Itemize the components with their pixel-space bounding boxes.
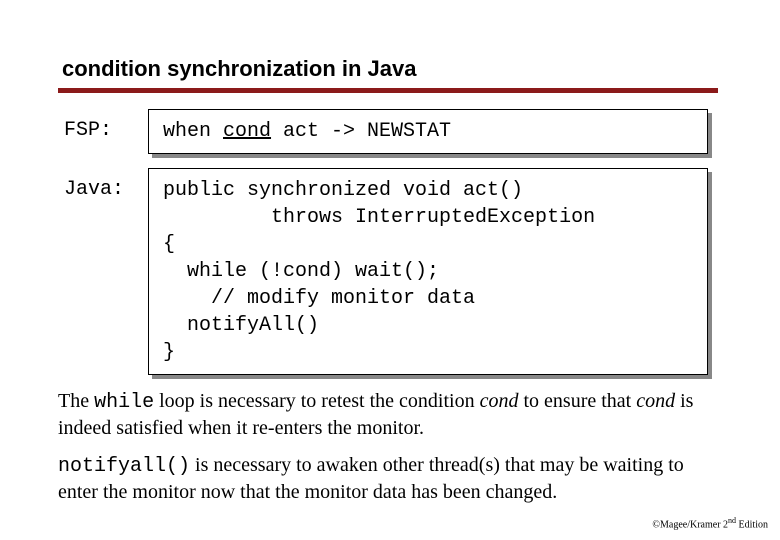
p1-while: while	[94, 391, 154, 414]
p1-cond1: cond	[480, 390, 519, 412]
slide: condition synchronization in Java FSP: w…	[0, 0, 780, 505]
paragraph-2: notifyall() is necessary to awaken other…	[58, 453, 722, 505]
java-label: Java:	[58, 168, 136, 201]
p1-t3: to ensure that	[518, 390, 636, 412]
p1-t1: The	[58, 390, 94, 412]
fsp-codebox: when cond act -> NEWSTAT	[148, 109, 708, 154]
java-line-2: throws InterruptedException	[163, 206, 595, 229]
p1-cond2: cond	[636, 390, 675, 412]
fsp-code-suffix: act -> NEWSTAT	[271, 120, 451, 143]
footer-post: Edition	[736, 519, 768, 530]
footer-credit: ©Magee/Kramer 2nd Edition	[652, 516, 768, 530]
fsp-code-prefix: when	[163, 120, 223, 143]
java-row: Java: public synchronized void act() thr…	[58, 168, 722, 375]
title-underline	[58, 88, 718, 93]
java-codebox: public synchronized void act() throws In…	[148, 168, 708, 375]
java-line-4: while (!cond) wait();	[163, 260, 439, 283]
fsp-label: FSP:	[58, 109, 136, 142]
footer-sup: nd	[728, 516, 736, 525]
java-line-7: }	[163, 341, 175, 364]
java-line-6: notifyAll()	[163, 314, 319, 337]
java-line-3: {	[163, 233, 175, 256]
slide-title: condition synchronization in Java	[58, 56, 722, 82]
p1-t2: loop is necessary to retest the conditio…	[154, 390, 479, 412]
footer-pre: ©Magee/Kramer	[652, 519, 723, 530]
p2-notifyall: notifyall()	[58, 455, 190, 478]
java-line-1: public synchronized void act()	[163, 179, 523, 202]
paragraph-1: The while loop is necessary to retest th…	[58, 389, 722, 441]
java-line-5: // modify monitor data	[163, 287, 475, 310]
fsp-code-cond: cond	[223, 120, 271, 143]
fsp-row: FSP: when cond act -> NEWSTAT	[58, 109, 722, 154]
